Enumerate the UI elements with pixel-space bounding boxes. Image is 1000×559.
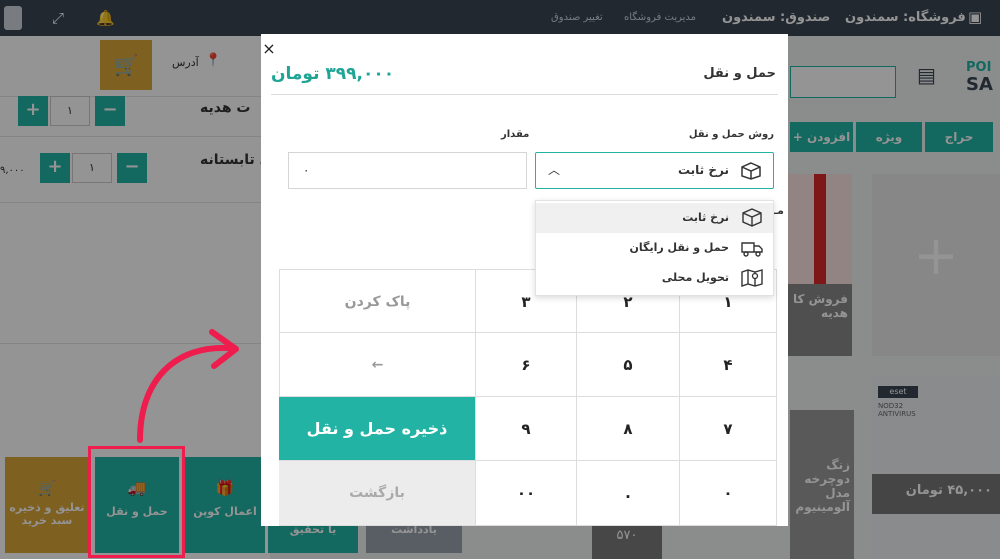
- map-icon: [741, 269, 763, 287]
- modal-total: ۳۹۹,۰۰۰ تومان: [271, 64, 395, 84]
- shipping-modal: × حمل و نقل ۳۹۹,۰۰۰ تومان روش حمل و نقل …: [261, 34, 788, 526]
- keypad: پاک کردن ۳ ۲ ۱ ← ۶ ۵ ۴ ذخیره حمل و نقل ۹…: [279, 269, 777, 526]
- key-0[interactable]: ۰: [680, 461, 777, 526]
- option-free-shipping[interactable]: حمل و نقل رایگان: [536, 233, 773, 263]
- shipping-method-select[interactable]: نرخ ثابت ︿: [535, 152, 774, 189]
- amount-field[interactable]: ۰: [288, 152, 527, 189]
- backspace-button[interactable]: ←: [279, 333, 476, 397]
- option-local-pickup[interactable]: تحویل محلی: [536, 263, 773, 293]
- option-flat-rate[interactable]: نرخ ثابت: [536, 203, 773, 233]
- key-9[interactable]: ۹: [476, 397, 577, 461]
- close-icon[interactable]: ×: [261, 40, 277, 58]
- key-00[interactable]: ۰۰: [476, 461, 577, 526]
- box-icon: [741, 162, 761, 180]
- method-label: روش حمل و نقل: [688, 129, 774, 140]
- divider: [271, 94, 778, 95]
- save-shipping-button[interactable]: ذخیره حمل و نقل: [279, 397, 476, 461]
- amount-label: مقدار: [501, 129, 530, 140]
- key-8[interactable]: ۸: [577, 397, 680, 461]
- key-4[interactable]: ۴: [680, 333, 777, 397]
- back-button[interactable]: بازگشت: [279, 461, 476, 526]
- annotation-arrow: [137, 329, 239, 443]
- selected-method: نرخ ثابت: [677, 163, 729, 177]
- chevron-up-icon: ︿: [548, 163, 561, 177]
- modal-title: حمل و نقل: [703, 66, 776, 81]
- key-7[interactable]: ۷: [680, 397, 777, 461]
- clear-button[interactable]: پاک کردن: [279, 269, 476, 333]
- highlight-box: [88, 446, 185, 558]
- shipping-method-dropdown: نرخ ثابت حمل و نقل رایگان تحویل محلی: [535, 200, 774, 296]
- extra-label: مـ: [773, 204, 784, 217]
- box-icon: [742, 208, 762, 227]
- key-6[interactable]: ۶: [476, 333, 577, 397]
- amount-value: ۰: [303, 163, 310, 177]
- truck-icon: [741, 242, 763, 257]
- key-dot[interactable]: .: [577, 461, 680, 526]
- key-5[interactable]: ۵: [577, 333, 680, 397]
